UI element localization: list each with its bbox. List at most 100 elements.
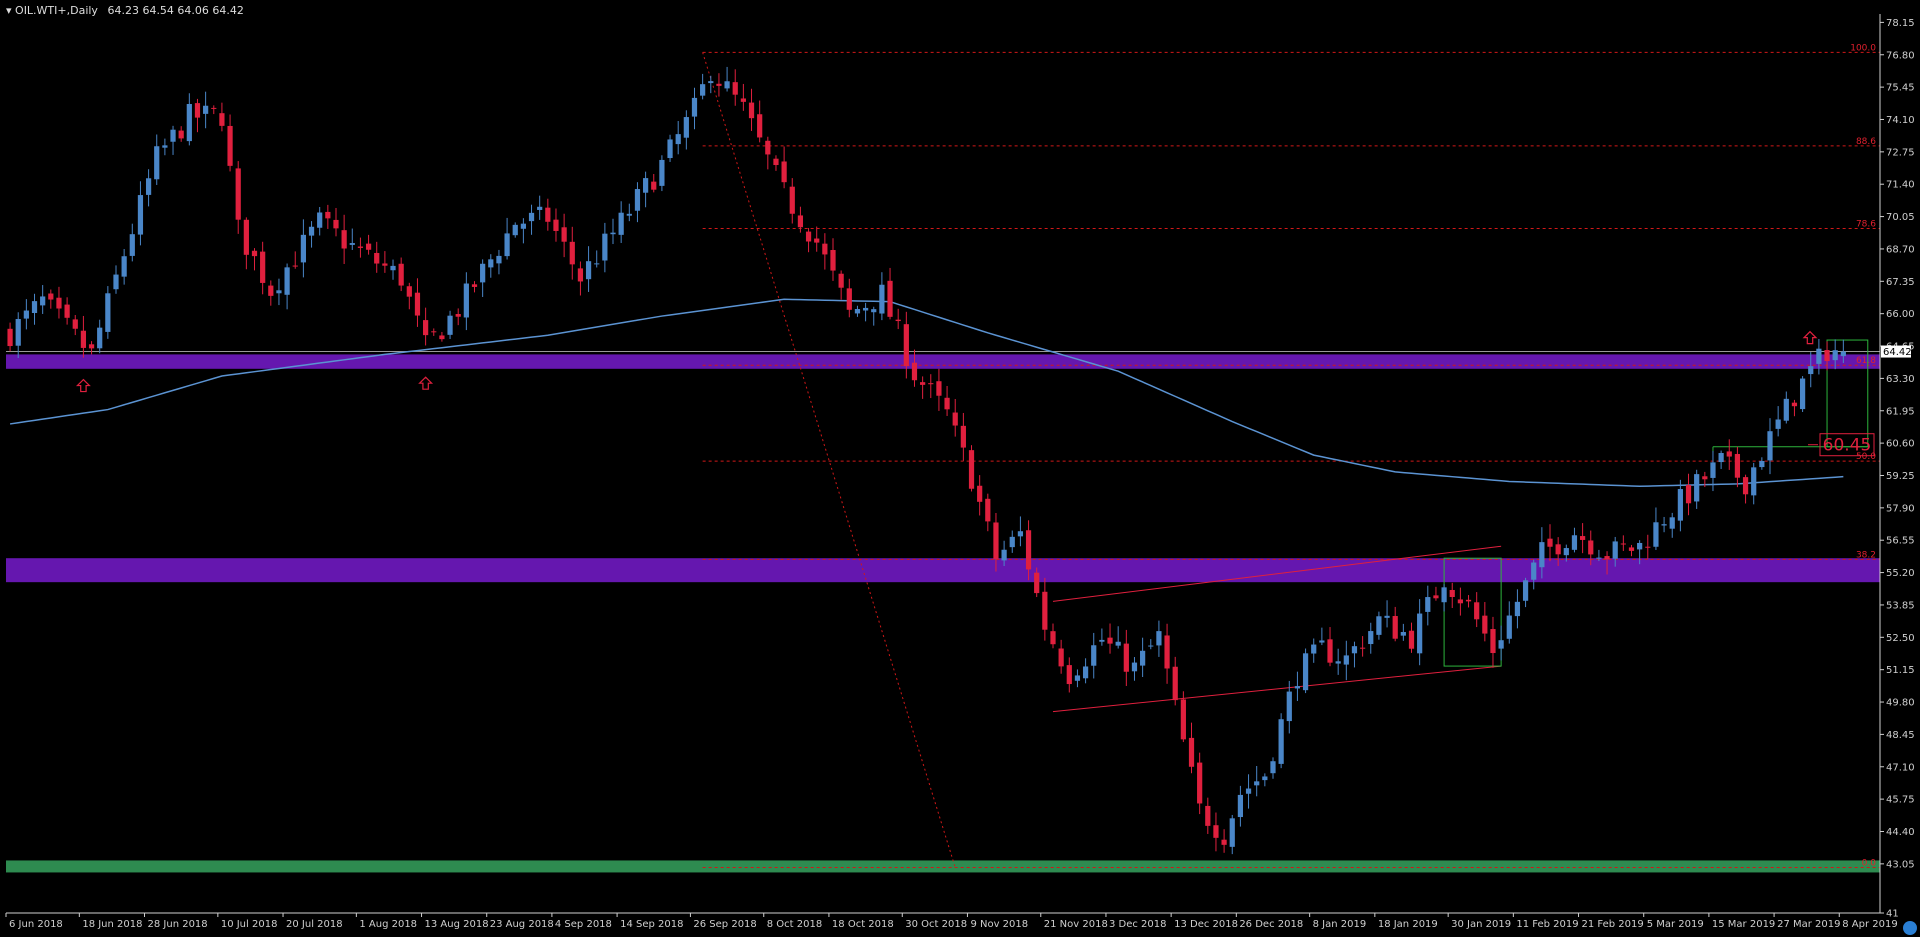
y-tick-label-15: 57.90 <box>1886 503 1915 514</box>
candle-body-195 <box>1596 557 1602 559</box>
candle-body-118 <box>968 450 975 489</box>
candle-156 <box>1278 713 1284 769</box>
fibonacci-levels: 100.088.678.661.850.038.20.0 <box>702 43 1880 868</box>
candle-27 <box>227 114 233 172</box>
candle-body-29 <box>243 219 249 255</box>
candle-158 <box>1294 671 1301 701</box>
candle-body-208 <box>1702 476 1708 480</box>
candle-body-2 <box>23 310 29 319</box>
candle-113 <box>928 374 934 399</box>
candle-body-190 <box>1555 544 1561 555</box>
candle-body-131 <box>1074 675 1081 681</box>
candle-18 <box>154 134 160 185</box>
candle-body-95 <box>781 161 787 183</box>
candle-body-26 <box>219 113 225 126</box>
candle-55 <box>455 308 461 326</box>
candle-159 <box>1302 648 1309 694</box>
x-tick-label-7: 23 Aug 2018 <box>490 919 554 930</box>
candle-body-18 <box>154 146 160 180</box>
candle-body-205 <box>1677 489 1683 521</box>
candle-body-89 <box>732 82 738 95</box>
candle-61 <box>504 217 510 260</box>
candle-body-25 <box>211 107 217 109</box>
candle-49 <box>406 282 412 310</box>
candle-70 <box>577 261 584 296</box>
candle-body-73 <box>602 233 608 261</box>
candle-body-55 <box>455 314 461 317</box>
candle-body-58 <box>480 263 486 283</box>
candle-body-42 <box>349 243 355 245</box>
candle-220 <box>1799 376 1806 413</box>
candle-152 <box>1245 774 1252 809</box>
x-tick-label-9: 14 Sep 2018 <box>620 919 683 930</box>
y-tick-label-6: 70.05 <box>1886 212 1915 223</box>
candle-182 <box>1490 616 1496 668</box>
current-price-label: 64.42 <box>1883 347 1912 358</box>
fib-label-0: 100.0 <box>1850 43 1876 53</box>
x-tick-label-16: 3 Dec 2018 <box>1109 919 1167 930</box>
candle-body-38 <box>317 212 323 228</box>
candle-108 <box>887 267 893 320</box>
y-tick-label-7: 68.70 <box>1886 244 1915 255</box>
candle-127 <box>1042 577 1048 641</box>
candle-body-141 <box>1156 631 1162 646</box>
candle-2 <box>23 299 29 330</box>
candle-body-74 <box>610 232 616 235</box>
candle-72 <box>594 250 600 268</box>
candle-168 <box>1376 611 1382 640</box>
candle-body-51 <box>423 320 429 336</box>
candle-6 <box>56 286 62 319</box>
candle-166 <box>1360 636 1366 657</box>
candle-body-52 <box>431 331 437 333</box>
candle-139 <box>1140 637 1146 677</box>
candle-172 <box>1408 622 1415 653</box>
candle-39 <box>325 204 331 229</box>
candle-132 <box>1082 658 1089 684</box>
candle-body-121 <box>993 522 999 560</box>
candle-body-214 <box>1751 467 1757 496</box>
candle-body-83 <box>683 117 689 138</box>
candle-98 <box>805 227 812 253</box>
candle-94 <box>773 155 779 171</box>
candle-body-147 <box>1205 805 1211 826</box>
price-chart[interactable]: 100.088.678.661.850.038.20.0 60.45 78.15… <box>0 0 1920 937</box>
candle-201 <box>1645 534 1651 559</box>
candle-174 <box>1425 585 1431 626</box>
candle-120 <box>985 493 991 532</box>
candle-157 <box>1286 680 1292 734</box>
candle-body-81 <box>667 139 673 159</box>
candle-138 <box>1131 657 1138 681</box>
candle-body-130 <box>1066 665 1072 685</box>
candle-3 <box>31 293 38 325</box>
candle-body-210 <box>1718 453 1724 463</box>
x-tick-label-12: 18 Oct 2018 <box>832 919 894 930</box>
candle-118 <box>968 445 975 492</box>
candle-body-82 <box>675 134 681 145</box>
y-tick-label-22: 48.45 <box>1886 730 1915 741</box>
candle-36 <box>300 219 307 278</box>
candle-7 <box>64 297 70 325</box>
y-tick-label-21: 49.80 <box>1886 698 1915 709</box>
candle-5 <box>48 289 54 309</box>
candle-130 <box>1066 657 1072 693</box>
candle-114 <box>936 368 942 411</box>
candle-192 <box>1571 527 1578 553</box>
candle-187 <box>1531 559 1537 590</box>
candle-body-54 <box>447 315 453 335</box>
candle-11 <box>97 319 103 354</box>
x-tick-label-13: 30 Oct 2018 <box>905 919 967 930</box>
candle-body-216 <box>1767 431 1773 461</box>
candle-body-84 <box>691 97 698 117</box>
candle-body-219 <box>1791 402 1798 407</box>
candle-body-157 <box>1286 691 1292 722</box>
up-arrow-icon <box>418 376 434 390</box>
x-tick-label-24: 5 Mar 2019 <box>1647 919 1704 930</box>
candle-body-224 <box>1832 350 1838 361</box>
y-tick-label-26: 43.05 <box>1886 859 1915 870</box>
candle-body-218 <box>1783 398 1789 421</box>
candle-body-211 <box>1726 451 1732 457</box>
candle-141 <box>1156 620 1162 657</box>
candle-body-163 <box>1335 661 1341 664</box>
candle-body-153 <box>1254 781 1260 786</box>
candle-16 <box>137 181 144 246</box>
